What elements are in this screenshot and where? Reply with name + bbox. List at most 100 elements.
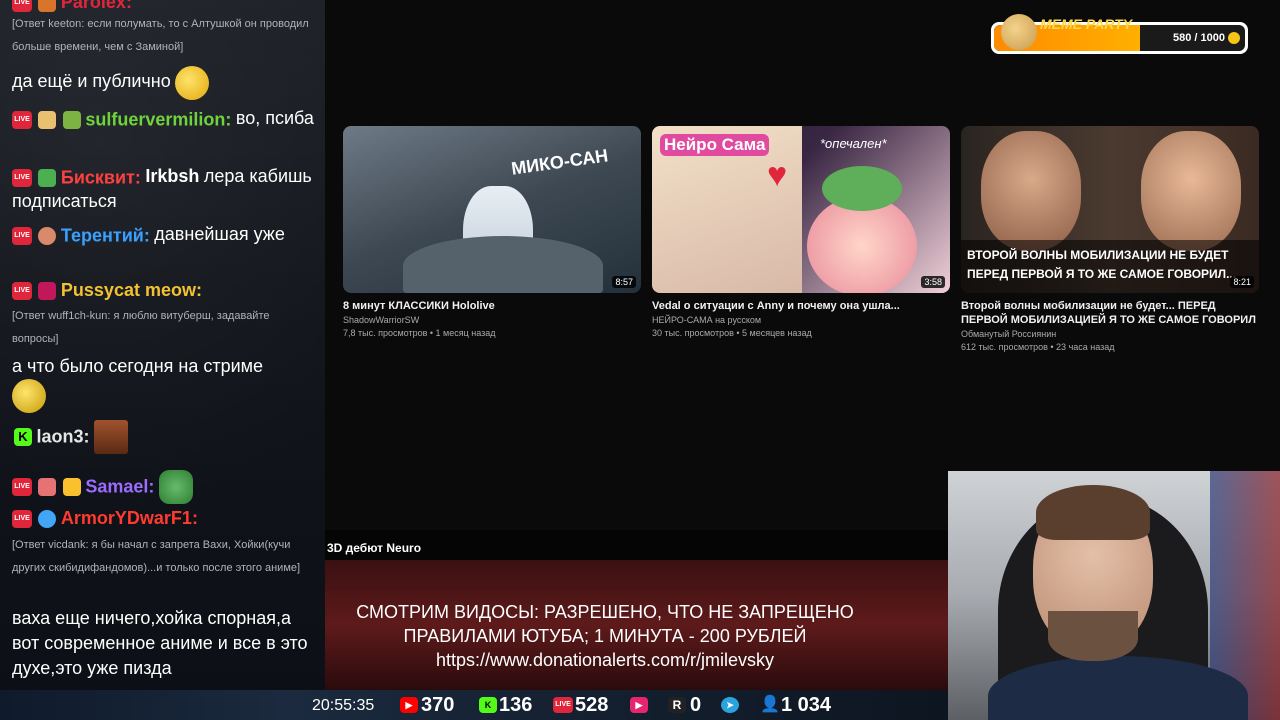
youtube-icon: ▶	[400, 697, 418, 713]
chat-reply: [Ответ vicdank: я бы начал с запрета Вах…	[12, 539, 301, 574]
video-duration: 8:57	[612, 276, 636, 288]
video-thumbnail[interactable]: ♥ Нейро Сама *опечален* 3:58	[652, 126, 950, 293]
chat-message: LIVE Бисквит: Irkbsh лера кабишь подписа…	[12, 164, 317, 214]
donation-banner-text: СМОТРИМ ВИДОСЫ: РАЗРЕШЕНО, ЧТО НЕ ЗАПРЕЩ…	[310, 600, 900, 672]
total-viewers: 1 034	[781, 694, 832, 716]
chat-panel: LIVE Parolex: [Ответ keeton: если полума…	[0, 0, 325, 720]
chat-message: LIVE Samael:	[12, 470, 317, 504]
vk-live-icon: LIVE	[553, 697, 573, 713]
thumbnail-text: Нейро Сама	[660, 134, 770, 156]
thumbnail-boat	[403, 236, 603, 293]
chat-mention: Irkbsh	[145, 166, 200, 186]
chat-message: да ещё и публично	[12, 66, 317, 100]
meme-party-count: 580 / 1000	[1173, 32, 1225, 44]
chat-reply: [Ответ keeton: если полумать, то с Алтуш…	[12, 18, 309, 53]
chat-nick: sulfuervermilion:	[85, 109, 232, 130]
kick-icon: K	[14, 428, 32, 446]
banner-line: ПРАВИЛАМИ ЮТУБА; 1 МИНУТА - 200 РУБЛЕЙ	[403, 626, 807, 646]
doge-icon	[1001, 14, 1037, 50]
video-title[interactable]: Второй волны мобилизации не будет... ПЕР…	[961, 299, 1259, 327]
video-meta: 7,8 тыс. просмотров • 1 месяц назад	[343, 328, 496, 338]
clock: 20:55:35	[312, 697, 375, 714]
chat-message: K laon3:	[12, 420, 317, 454]
live-badge-icon: LIVE	[12, 281, 32, 300]
video-channel[interactable]: Обманутый Россиянин	[961, 329, 1259, 339]
video-duration: 8:21	[1230, 276, 1254, 288]
coin-icon	[1228, 32, 1240, 44]
sticker-icon	[62, 110, 81, 129]
viewers-icon: 👤	[760, 696, 780, 713]
video-channel[interactable]: ShadowWarriorSW	[343, 315, 641, 325]
chat-message: [Ответ wuff1ch-kun: я люблю витуберш, за…	[12, 305, 317, 351]
video-card[interactable]: МИКО-САН 8:57 8 минут КЛАССИКИ Hololive …	[343, 126, 641, 338]
chat-message: LIVE Терентий: давнейшая уже	[12, 222, 317, 247]
chat-text: да ещё и публично	[12, 71, 171, 92]
chat-message: а что было сегодня на стриме	[12, 354, 317, 413]
banner-link[interactable]: https://www.donationalerts.com/r/jmilevs…	[310, 648, 900, 672]
chat-message: LIVE ArmorYDwarF1:	[12, 508, 317, 529]
chat-nick: Терентий:	[60, 225, 150, 246]
chat-message: ваха еще ничего,хойка спорная,а вот совр…	[12, 606, 317, 681]
streamer-hair	[1036, 485, 1150, 540]
chat-text: а что было сегодня на стриме	[12, 356, 264, 376]
rutube-icon: ▶	[630, 697, 648, 713]
chat-message: [Ответ keeton: если полумать, то с Алтуш…	[12, 13, 324, 59]
chat-nick: Samael:	[85, 476, 155, 497]
stream-overlay: LIVE Parolex: [Ответ keeton: если полума…	[0, 0, 1280, 720]
thumbnail-text: ВТОРОЙ ВОЛНЫ МОБИЛИЗАЦИИ НЕ БУДЕТ ПЕРЕД …	[967, 248, 1237, 281]
streamer-beard	[1048, 611, 1138, 661]
live-badge-icon: LIVE	[12, 226, 32, 245]
r-platform-icon: R	[668, 697, 686, 713]
video-thumbnail[interactable]: МИКО-САН 8:57	[343, 126, 641, 293]
chat-nick: Pussycat meow:	[60, 280, 202, 300]
live-badge-icon: LIVE	[12, 0, 32, 12]
emote-icon	[175, 66, 210, 100]
chat-nick: laon3:	[36, 426, 90, 447]
sticker-icon	[38, 478, 57, 496]
chat-nick: Parolex:	[60, 0, 132, 12]
kick-viewers: 136	[499, 694, 533, 716]
kick-icon: K	[479, 697, 497, 713]
chat-reply: [Ответ wuff1ch-kun: я люблю витуберш, за…	[12, 310, 270, 345]
sticker-icon	[62, 478, 81, 496]
thumbnail-face	[981, 131, 1081, 251]
thumbnail-text: МИКО-САН	[510, 145, 610, 179]
emote-icon	[12, 379, 46, 413]
video-title[interactable]: 8 минут КЛАССИКИ Hololive	[343, 299, 641, 313]
video-title[interactable]: Vedal о ситуации с Anny и почему она ушл…	[652, 299, 950, 313]
video-thumbnail[interactable]: ВТОРОЙ ВОЛНЫ МОБИЛИЗАЦИИ НЕ БУДЕТ ПЕРЕД …	[961, 126, 1259, 293]
video-card[interactable]: ♥ Нейро Сама *опечален* 3:58 Vedal о сит…	[652, 126, 950, 338]
broken-heart-icon: ♥	[767, 156, 788, 194]
chat-nick: Бисквит:	[60, 167, 141, 188]
banner-line: СМОТРИМ ВИДОСЫ: РАЗРЕШЕНО, ЧТО НЕ ЗАПРЕЩ…	[356, 602, 854, 622]
sticker-icon	[38, 281, 57, 300]
current-video-label: 3D дебют Neuro	[327, 541, 422, 555]
emote-icon	[158, 470, 193, 504]
emote-icon	[93, 420, 128, 454]
r-viewers: 0	[690, 694, 702, 716]
live-badge-icon: LIVE	[12, 478, 32, 496]
chat-message: LIVE sulfuervermilion: во, псиба	[12, 106, 317, 131]
video-channel[interactable]: НЕЙРО-САМА на русском	[652, 315, 950, 325]
live-badge-icon: LIVE	[12, 110, 32, 129]
video-card[interactable]: ВТОРОЙ ВОЛНЫ МОБИЛИЗАЦИИ НЕ БУДЕТ ПЕРЕД …	[961, 126, 1259, 352]
sticker-icon	[38, 168, 57, 187]
thumbnail-face	[1141, 131, 1241, 251]
sticker-icon	[38, 226, 57, 245]
vk-viewers: 528	[575, 694, 609, 716]
sticker-icon	[38, 110, 57, 129]
meme-party-title: MEME PARTY	[1040, 16, 1133, 32]
chat-text: во, псиба	[235, 108, 314, 128]
video-meta: 612 тыс. просмотров • 23 часа назад	[961, 342, 1115, 352]
chat-nick: ArmorYDwarF1:	[60, 508, 198, 528]
sticker-icon	[38, 509, 57, 528]
video-duration: 3:58	[921, 276, 945, 288]
chat-text: ваха еще ничего,хойка спорная,а вот совр…	[12, 608, 308, 678]
thumbnail-text: *опечален*	[820, 136, 887, 151]
live-badge-icon: LIVE	[12, 168, 32, 187]
turtle-icon	[822, 166, 902, 211]
youtube-viewers: 370	[421, 694, 455, 716]
sticker-icon	[38, 0, 57, 12]
telegram-icon: ➤	[721, 697, 739, 713]
chat-text: давнейшая уже	[154, 224, 285, 244]
